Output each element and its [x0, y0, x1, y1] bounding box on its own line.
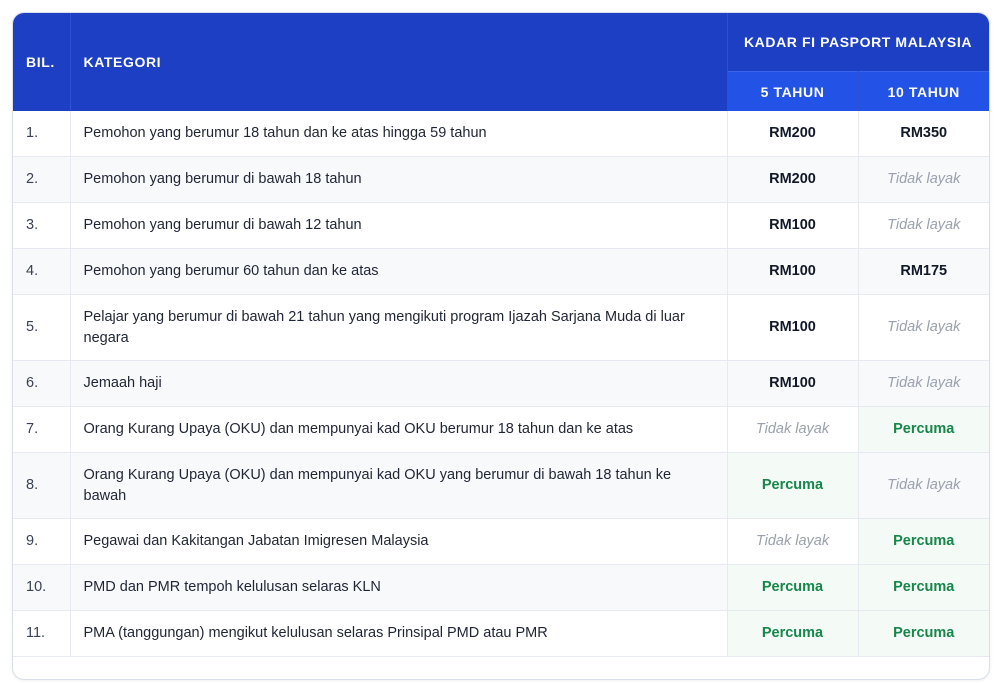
fee-10-tahun: Tidak layak — [858, 202, 989, 249]
row-category: PMA (tanggungan) mengikut kelulusan sela… — [70, 610, 728, 657]
header-5-tahun: 5 TAHUN — [727, 71, 859, 111]
fee-5-tahun: RM100 — [727, 248, 859, 295]
fee-5-tahun: RM200 — [727, 111, 859, 157]
table-row: 5. Pelajar yang berumur di bawah 21 tahu… — [13, 294, 989, 361]
fee-5-tahun: RM100 — [727, 360, 859, 407]
table-row: 7. Orang Kurang Upaya (OKU) dan mempunya… — [13, 406, 989, 453]
fee-5-tahun: Tidak layak — [727, 518, 859, 565]
row-number: 2. — [13, 156, 71, 203]
row-category: Pemohon yang berumur di bawah 18 tahun — [70, 156, 728, 203]
row-number: 3. — [13, 202, 71, 249]
fee-10-tahun: Tidak layak — [858, 452, 989, 519]
table-row: 1. Pemohon yang berumur 18 tahun dan ke … — [13, 111, 989, 157]
row-number: 4. — [13, 248, 71, 295]
passport-fee-table: BIL. KATEGORI KADAR FI PASPORT MALAYSIA … — [13, 13, 989, 657]
row-number: 11. — [13, 610, 71, 657]
fee-5-tahun: RM100 — [727, 294, 859, 361]
fee-10-tahun: Percuma — [858, 610, 989, 657]
table-row: 2. Pemohon yang berumur di bawah 18 tahu… — [13, 156, 989, 203]
row-category: Pegawai dan Kakitangan Jabatan Imigresen… — [70, 518, 728, 565]
row-category: Orang Kurang Upaya (OKU) dan mempunyai k… — [70, 452, 728, 519]
row-number: 6. — [13, 360, 71, 407]
row-number: 10. — [13, 564, 71, 611]
fee-10-tahun: RM350 — [858, 111, 989, 157]
row-category: Pemohon yang berumur di bawah 12 tahun — [70, 202, 728, 249]
fee-5-tahun: Tidak layak — [727, 406, 859, 453]
header-bil: BIL. — [13, 13, 71, 111]
row-number: 5. — [13, 294, 71, 361]
fee-5-tahun: RM200 — [727, 156, 859, 203]
row-category: Orang Kurang Upaya (OKU) dan mempunyai k… — [70, 406, 728, 453]
fee-10-tahun: Percuma — [858, 564, 989, 611]
header-fee-group: KADAR FI PASPORT MALAYSIA — [727, 13, 989, 72]
header-kategori: KATEGORI — [70, 13, 728, 111]
table-row: 8. Orang Kurang Upaya (OKU) dan mempunya… — [13, 452, 989, 519]
fee-10-tahun: RM175 — [858, 248, 989, 295]
fee-10-tahun: Tidak layak — [858, 156, 989, 203]
table-row: 9. Pegawai dan Kakitangan Jabatan Imigre… — [13, 518, 989, 565]
row-category: Pemohon yang berumur 60 tahun dan ke ata… — [70, 248, 728, 295]
fee-10-tahun: Percuma — [858, 406, 989, 453]
row-number: 8. — [13, 452, 71, 519]
fee-5-tahun: Percuma — [727, 452, 859, 519]
table-row: 3. Pemohon yang berumur di bawah 12 tahu… — [13, 202, 989, 249]
row-number: 7. — [13, 406, 71, 453]
table-row: 4. Pemohon yang berumur 60 tahun dan ke … — [13, 248, 989, 295]
fee-5-tahun: Percuma — [727, 610, 859, 657]
header-10-tahun: 10 TAHUN — [858, 71, 989, 111]
row-category: Pelajar yang berumur di bawah 21 tahun y… — [70, 294, 728, 361]
table-row: 6. Jemaah haji RM100 Tidak layak — [13, 360, 989, 407]
row-number: 9. — [13, 518, 71, 565]
table-row: 10. PMD dan PMR tempoh kelulusan selaras… — [13, 564, 989, 611]
fee-10-tahun: Tidak layak — [858, 360, 989, 407]
fee-5-tahun: RM100 — [727, 202, 859, 249]
fee-5-tahun: Percuma — [727, 564, 859, 611]
row-category: Pemohon yang berumur 18 tahun dan ke ata… — [70, 111, 728, 157]
row-category: PMD dan PMR tempoh kelulusan selaras KLN — [70, 564, 728, 611]
fee-10-tahun: Percuma — [858, 518, 989, 565]
passport-fee-table-card: BIL. KATEGORI KADAR FI PASPORT MALAYSIA … — [12, 12, 990, 680]
table-row: 11. PMA (tanggungan) mengikut kelulusan … — [13, 610, 989, 657]
row-category: Jemaah haji — [70, 360, 728, 407]
row-number: 1. — [13, 111, 71, 157]
fee-10-tahun: Tidak layak — [858, 294, 989, 361]
